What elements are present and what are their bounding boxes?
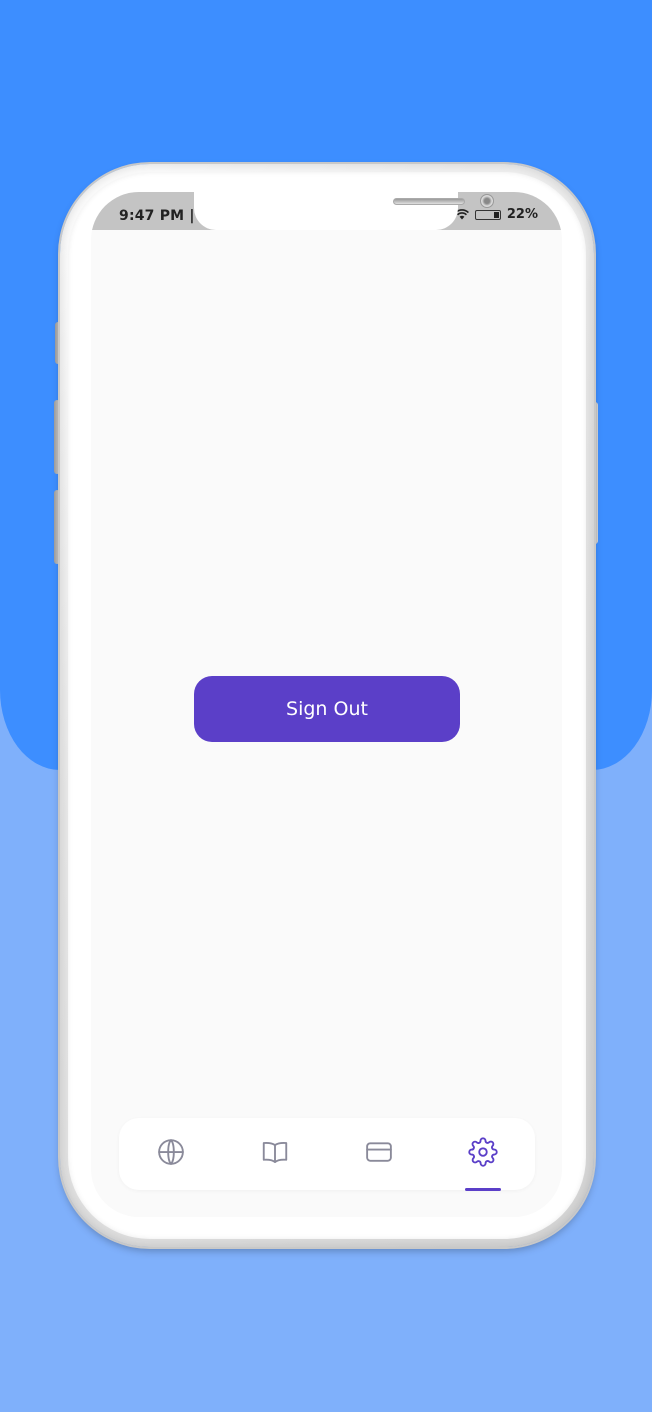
sign-out-button[interactable]: Sign Out <box>194 676 460 742</box>
nav-item-globe[interactable] <box>151 1132 191 1172</box>
credit-card-icon <box>366 1142 392 1162</box>
nav-item-settings[interactable] <box>463 1132 503 1172</box>
status-icons: 22% <box>454 207 538 222</box>
battery-percent: 22% <box>506 207 538 222</box>
bottom-navigation <box>119 1118 535 1191</box>
active-tab-indicator <box>465 1188 501 1191</box>
nav-item-card[interactable] <box>359 1132 399 1172</box>
front-camera <box>480 194 494 208</box>
book-open-icon <box>262 1141 288 1163</box>
speaker-grille <box>393 198 465 205</box>
phone-screen: 9:47 PM | 3 22% Sign Out <box>91 192 562 1217</box>
nav-item-book[interactable] <box>255 1132 295 1172</box>
globe-icon <box>158 1139 184 1165</box>
battery-icon <box>474 209 501 220</box>
settings-gear-icon <box>468 1137 498 1167</box>
phone-notch <box>194 192 494 230</box>
